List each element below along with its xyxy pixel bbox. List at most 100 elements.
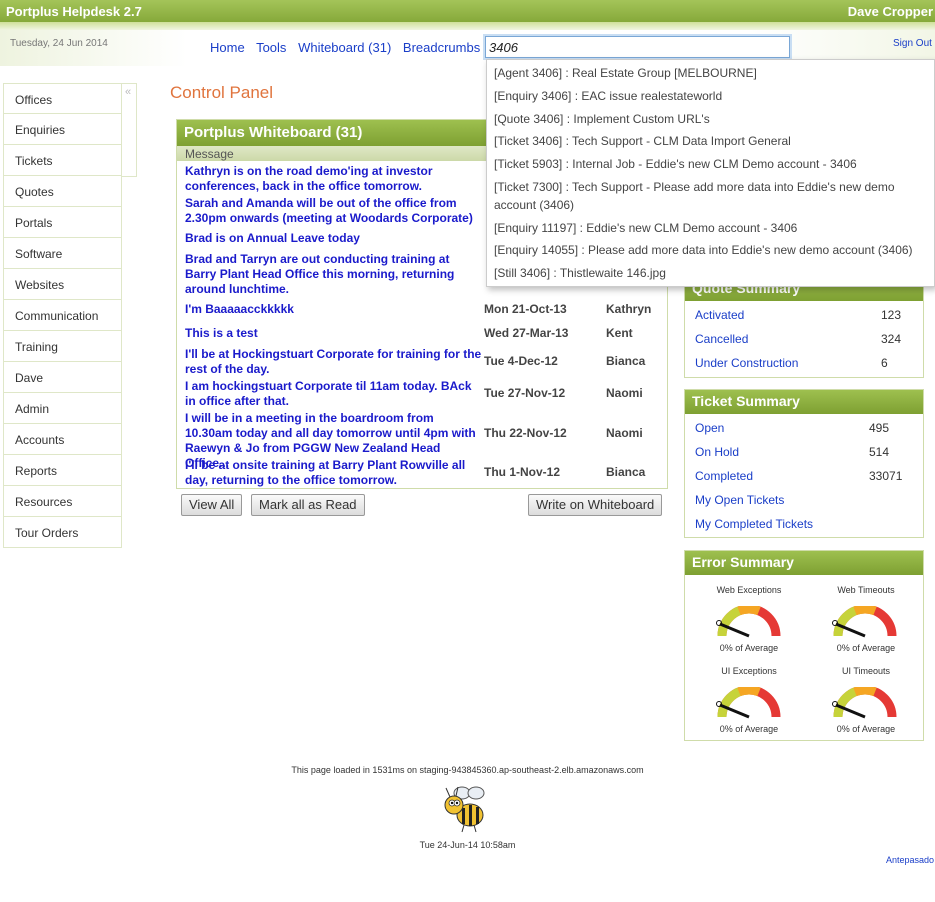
suggestion-item[interactable]: [Ticket 7300] : Tech Support - Please ad… (494, 178, 919, 214)
sidebar-item-enquiries[interactable]: Enquiries (3, 114, 122, 145)
whiteboard-author: Kent (606, 326, 633, 340)
web-timeouts-gauge (832, 606, 897, 638)
quote-value: 123 (881, 308, 902, 322)
error-summary-title: Error Summary (685, 551, 923, 575)
title-bar-shade (0, 22, 935, 30)
quote-summary-panel: Quote Summary Activated 123 Cancelled 32… (684, 276, 924, 378)
my-open-tickets-label[interactable]: My Open Tickets (695, 493, 784, 507)
ticket-summary-panel: Ticket Summary Open 495 On Hold 514 Comp… (684, 389, 924, 538)
mark-all-read-button[interactable]: Mark all as Read (251, 494, 365, 516)
whiteboard-row[interactable]: This is a test Wed 27-Mar-13 Kent (185, 326, 665, 346)
whiteboard-message[interactable]: I'll be at Hockingstuart Corporate for t… (185, 347, 482, 377)
ticket-value: 33071 (869, 469, 903, 483)
current-date: Tuesday, 24 Jun 2014 (10, 38, 108, 49)
write-on-whiteboard-button[interactable]: Write on Whiteboard (528, 494, 663, 516)
whiteboard-date: Tue 4-Dec-12 (484, 354, 558, 368)
whiteboard-message[interactable]: Brad is on Annual Leave today (185, 231, 482, 246)
whiteboard-message[interactable]: Sarah and Amanda will be out of the offi… (185, 196, 482, 226)
title-bar: Portplus Helpdesk 2.7 Dave Cropper (0, 0, 935, 22)
whiteboard-author: Bianca (606, 465, 646, 479)
quote-label[interactable]: Under Construction (695, 356, 798, 370)
whiteboard-row[interactable]: I'm Baaaaacckkkkk Mon 21-Oct-13 Kathryn (185, 302, 665, 324)
gauge-label: UI Exceptions (721, 666, 777, 676)
nav-home[interactable]: Home (210, 40, 245, 55)
whiteboard-row[interactable]: I'll be at onsite training at Barry Plan… (185, 458, 665, 490)
whiteboard-author: Naomi (606, 426, 643, 440)
sidebar-item-admin[interactable]: Admin (3, 393, 122, 424)
error-summary-panel: Error Summary Web Exceptions 0% of Avera… (684, 550, 924, 741)
suggestion-item[interactable]: [Enquiry 3406] : EAC issue realestatewor… (494, 87, 919, 105)
web-exceptions-gauge (716, 606, 781, 638)
whiteboard-date: Wed 27-Mar-13 (484, 326, 569, 340)
page-load-info: This page loaded in 1531ms on staging-94… (291, 765, 644, 775)
gauge-caption: 0% of Average (836, 724, 896, 734)
sidebar-item-quotes[interactable]: Quotes (3, 176, 122, 207)
whiteboard-message[interactable]: This is a test (185, 326, 482, 341)
sidebar-item-portals[interactable]: Portals (3, 207, 122, 238)
quote-value: 324 (881, 332, 902, 346)
suggestion-item[interactable]: [Quote 3406] : Implement Custom URL's (494, 110, 919, 128)
top-nav: Home Tools Whiteboard (31) Breadcrumbs (210, 40, 488, 55)
sidebar-item-reports[interactable]: Reports (3, 455, 122, 486)
whiteboard-row[interactable]: I will be in a meeting in the boardroom … (185, 411, 665, 470)
sidebar: Offices Enquiries Tickets Quotes Portals… (3, 83, 122, 548)
nav-tools[interactable]: Tools (256, 40, 286, 55)
ticket-label[interactable]: On Hold (695, 445, 739, 459)
footer-timestamp: Tue 24-Jun-14 10:58am (419, 840, 516, 850)
ticket-summary-title: Ticket Summary (685, 390, 923, 414)
quote-label[interactable]: Cancelled (695, 332, 748, 346)
sidebar-item-communication[interactable]: Communication (3, 300, 122, 331)
gauge-label: Web Exceptions (716, 585, 782, 595)
app-title: Portplus Helpdesk 2.7 (6, 4, 142, 19)
page-title: Control Panel (170, 83, 274, 102)
gauge-label: UI Timeouts (841, 666, 890, 676)
suggestion-item[interactable]: [Ticket 5903] : Internal Job - Eddie's n… (494, 155, 919, 173)
whiteboard-row[interactable]: I am hockingstuart Corporate til 11am to… (185, 379, 665, 411)
ticket-label[interactable]: Open (695, 421, 724, 435)
whiteboard-message[interactable]: I'll be at onsite training at Barry Plan… (185, 458, 482, 488)
antepasado-link[interactable]: Antepasado (886, 855, 934, 865)
ui-timeouts-gauge (832, 687, 897, 719)
sidebar-item-resources[interactable]: Resources (3, 486, 122, 517)
whiteboard-date: Thu 22-Nov-12 (484, 426, 567, 440)
whiteboard-date: Tue 27-Nov-12 (484, 386, 566, 400)
sidebar-item-accounts[interactable]: Accounts (3, 424, 122, 455)
sidebar-item-tour-orders[interactable]: Tour Orders (3, 517, 122, 548)
gauge-caption: 0% of Average (719, 643, 779, 653)
search-input[interactable] (483, 34, 792, 60)
bee-mascot-icon (444, 786, 485, 833)
nav-breadcrumbs[interactable]: Breadcrumbs (403, 40, 480, 55)
sidebar-item-training[interactable]: Training (3, 331, 122, 362)
ticket-label[interactable]: Completed (695, 469, 753, 483)
gauge-caption: 0% of Average (719, 724, 779, 734)
nav-whiteboard[interactable]: Whiteboard (31) (298, 40, 391, 55)
whiteboard-message[interactable]: I'm Baaaaacckkkkk (185, 302, 482, 317)
quote-label[interactable]: Activated (695, 308, 744, 322)
ticket-value: 495 (869, 421, 890, 435)
sidebar-item-software[interactable]: Software (3, 238, 122, 269)
whiteboard-message[interactable]: Brad and Tarryn are out conducting train… (185, 252, 482, 297)
suggestion-item[interactable]: [Ticket 3406] : Tech Support - CLM Data … (494, 132, 919, 150)
sidebar-item-tickets[interactable]: Tickets (3, 145, 122, 176)
sidebar-item-dave[interactable]: Dave (3, 362, 122, 393)
whiteboard-row[interactable]: I'll be at Hockingstuart Corporate for t… (185, 347, 665, 379)
sign-out-link[interactable]: Sign Out (893, 38, 932, 49)
suggestion-item[interactable]: [Agent 3406] : Real Estate Group [MELBOU… (494, 64, 919, 82)
whiteboard-message[interactable]: I am hockingstuart Corporate til 11am to… (185, 379, 482, 409)
sidebar-item-websites[interactable]: Websites (3, 269, 122, 300)
whiteboard-date: Mon 21-Oct-13 (484, 302, 567, 316)
sidebar-item-offices[interactable]: Offices (3, 83, 122, 114)
sidebar-collapse-icon[interactable]: « (121, 83, 137, 177)
suggestion-item[interactable]: [Enquiry 11197] : Eddie's new CLM Demo a… (494, 219, 919, 237)
search-suggestions: [Agent 3406] : Real Estate Group [MELBOU… (486, 59, 935, 287)
gauge-label: Web Timeouts (837, 585, 895, 595)
gauge-caption: 0% of Average (836, 643, 896, 653)
suggestion-item[interactable]: [Still 3406] : Thistlewaite 146.jpg (494, 264, 919, 282)
my-completed-tickets-label[interactable]: My Completed Tickets (695, 517, 813, 531)
ticket-value: 514 (869, 445, 890, 459)
suggestion-item[interactable]: [Enquiry 14055] : Please add more data i… (494, 241, 919, 259)
whiteboard-author: Kathryn (606, 302, 652, 316)
whiteboard-message[interactable]: Kathryn is on the road demo'ing at inves… (185, 164, 482, 194)
whiteboard-author: Naomi (606, 386, 643, 400)
view-all-button[interactable]: View All (181, 494, 243, 516)
